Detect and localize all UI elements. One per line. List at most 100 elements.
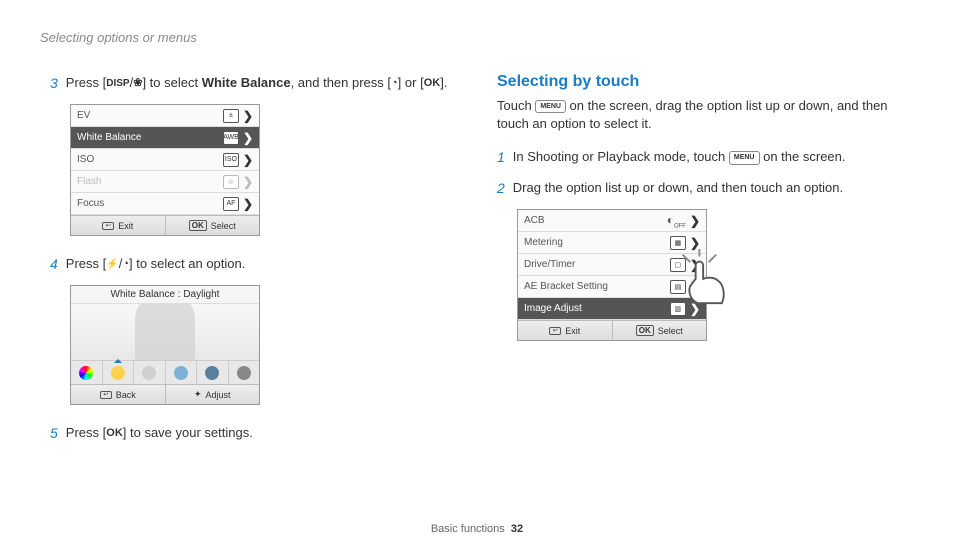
touch-step-2: 2 Drag the option list up or down, and t…	[497, 178, 904, 199]
wb-swatch-daylight[interactable]	[103, 361, 135, 384]
step-num-3: 3	[50, 73, 58, 94]
step-4: 4 Press [/] to select an option.	[50, 254, 457, 275]
menu-row-white-balance[interactable]: White Balance AWB ❯	[71, 127, 259, 149]
menu-label: ISO	[77, 154, 94, 165]
t: Adjust	[206, 390, 231, 400]
t: Touch	[497, 98, 535, 113]
t: Exit	[118, 221, 133, 231]
menu-row-flash[interactable]: Flash ⊘❯	[71, 171, 259, 193]
t: Exit	[565, 326, 580, 336]
step-5: 5 Press [OK] to save your settings.	[50, 423, 457, 444]
menu-row-focus[interactable]: Focus AF ❯	[71, 193, 259, 215]
page-footer: Basic functions 32	[0, 523, 954, 535]
page-header: Selecting options or menus	[40, 30, 904, 45]
camera-menu-screen-1: EV ±❯ White Balance AWB❯ ISO ISO❯ Flash …	[70, 104, 260, 236]
exit-button[interactable]: ↩ Exit	[518, 321, 613, 340]
t: Back	[116, 390, 136, 400]
section-desc: Touch MENU on the screen, drag the optio…	[497, 97, 904, 133]
content-columns: 3 Press [DISP/] to select White Balance,…	[50, 73, 904, 454]
step-3: 3 Press [DISP/] to select White Balance,…	[50, 73, 457, 94]
menu-button-icon: MENU	[729, 151, 760, 166]
chevron-right-icon: ❯	[243, 109, 253, 123]
menu-label: EV	[77, 110, 90, 121]
wb-swatch-awb[interactable]	[71, 361, 103, 384]
awb-icon: AWB	[223, 131, 239, 145]
select-button[interactable]: OK Select	[613, 321, 707, 340]
menu-button-icon: MENU	[535, 100, 566, 114]
wb-swatch-custom[interactable]	[229, 361, 260, 384]
adjust-button[interactable]: ✦ Adjust	[166, 385, 260, 404]
chevron-right-icon: ❯	[243, 175, 253, 189]
menu-bottom-bar: ↩ Exit OK Select	[71, 215, 259, 235]
adjust-icon: ✦	[194, 389, 202, 400]
footer-section: Basic functions	[431, 523, 505, 535]
menu-label: Focus	[77, 198, 104, 209]
menu-bottom-bar: ↩ Exit OK Select	[518, 320, 706, 340]
section-title: Selecting by touch	[497, 73, 904, 91]
menu-row-ev[interactable]: EV ± ❯	[71, 105, 259, 127]
silhouette-icon	[135, 304, 195, 360]
touch-step-2-text: Drag the option list up or down, and the…	[513, 178, 904, 199]
right-column: Selecting by touch Touch MENU on the scr…	[497, 73, 904, 454]
menu-label: Metering	[524, 237, 563, 248]
white-balance-label: White Balance	[202, 75, 291, 90]
wb-preview	[71, 304, 259, 360]
step-3-text: Press [DISP/] to select White Balance, a…	[66, 73, 457, 94]
ev-icon: ±	[223, 109, 239, 123]
t: ] to select an option.	[129, 256, 245, 271]
wb-swatch-fluorescent[interactable]	[166, 361, 198, 384]
touch-step-1: 1 In Shooting or Playback mode, touch ME…	[497, 147, 904, 168]
t: Press [	[66, 256, 106, 271]
touch-screen-wrap: ACB ◐OFF❯ Metering ▦❯ Drive/Timer ▢❯ AE …	[517, 209, 727, 341]
back-icon: ↩	[102, 222, 114, 230]
back-icon: ↩	[100, 391, 112, 399]
step-5-text: Press [OK] to save your settings.	[66, 423, 457, 444]
wb-swatch-tungsten[interactable]	[197, 361, 229, 384]
chevron-right-icon: ❯	[690, 236, 700, 250]
chevron-right-icon: ❯	[243, 197, 253, 211]
t: ].	[440, 75, 447, 90]
ok-icon: OK	[106, 425, 123, 442]
af-icon: AF	[223, 197, 239, 211]
timer-icon	[122, 256, 129, 273]
touch-step-1-text: In Shooting or Playback mode, touch MENU…	[513, 147, 904, 168]
flash-icon	[106, 257, 118, 272]
t: on the screen.	[760, 149, 846, 164]
chevron-right-icon: ❯	[243, 131, 253, 145]
t: Press [	[66, 75, 106, 90]
t: In Shooting or Playback mode, touch	[513, 149, 729, 164]
back-button[interactable]: ↩ Back	[71, 385, 166, 404]
t: , and then press [	[291, 75, 391, 90]
menu-label: Drive/Timer	[524, 259, 575, 270]
t: Select	[658, 326, 683, 336]
t: ] to select	[142, 75, 201, 90]
iso-icon: ISO	[223, 153, 239, 167]
menu-label: Image Adjust	[524, 303, 582, 314]
step-num-4: 4	[50, 254, 58, 275]
chevron-right-icon: ❯	[690, 214, 700, 228]
step-4-text: Press [/] to select an option.	[66, 254, 457, 275]
wb-swatches	[71, 360, 259, 384]
wb-swatch-cloudy[interactable]	[134, 361, 166, 384]
back-icon: ↩	[549, 327, 561, 335]
wb-bottom-bar: ↩ Back ✦ Adjust	[71, 384, 259, 404]
step-num-1: 1	[497, 147, 505, 168]
step-num-5: 5	[50, 423, 58, 444]
menu-label: White Balance	[77, 132, 141, 143]
wb-title: White Balance : Daylight	[71, 286, 259, 304]
ok-icon: OK	[636, 325, 654, 336]
white-balance-screen: White Balance : Daylight ↩ Back ✦ Adjust	[70, 285, 260, 405]
ok-icon: OK	[424, 75, 441, 92]
acb-off-icon: ◐OFF	[667, 213, 686, 229]
menu-label: ACB	[524, 215, 545, 226]
menu-row-iso[interactable]: ISO ISO❯	[71, 149, 259, 171]
t: Select	[211, 221, 236, 231]
select-button[interactable]: OK Select	[166, 216, 260, 235]
timer-icon	[391, 75, 398, 92]
metering-icon: ▦	[670, 236, 686, 250]
menu-row-acb[interactable]: ACB ◐OFF ❯	[518, 210, 706, 232]
flash-off-icon: ⊘	[223, 175, 239, 189]
ok-icon: OK	[189, 220, 207, 231]
exit-button[interactable]: ↩ Exit	[71, 216, 166, 235]
touch-finger-icon	[677, 249, 733, 305]
